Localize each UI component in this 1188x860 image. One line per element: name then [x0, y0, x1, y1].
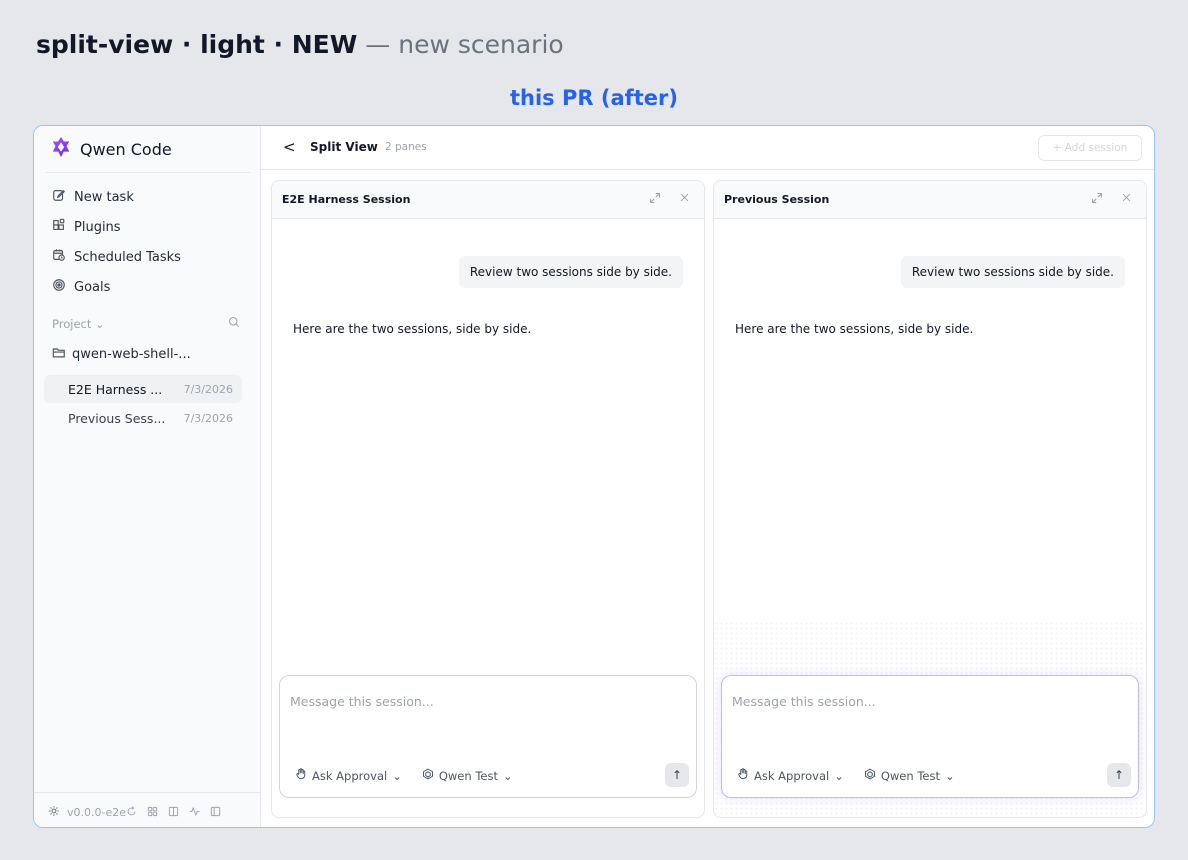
expand-icon[interactable] [1091, 192, 1103, 207]
session-name: Previous Sess... [68, 410, 166, 426]
chevron-down-icon: ⌄ [944, 768, 955, 783]
pane-count: 2 panes [385, 141, 427, 153]
arrow-up-icon: ↑ [1113, 768, 1125, 782]
nav-plugins[interactable]: Plugins [46, 212, 246, 242]
hand-icon [737, 768, 749, 783]
pane-actions [1091, 192, 1132, 207]
approval-dropdown[interactable]: Ask Approval ⌄ [737, 768, 844, 783]
nav-label: Scheduled Tasks [74, 249, 181, 265]
calendar-clock-icon [52, 248, 66, 266]
nav-label: Plugins [74, 219, 121, 235]
folder-name: qwen-web-shell-... [72, 347, 191, 362]
page-heading: split-view · light · NEW — new scenario [36, 30, 564, 59]
model-label: Qwen Test [438, 768, 498, 783]
message-composer: Ask Approval ⌄ Qwen Test ⌄ ↑ [721, 675, 1139, 798]
divider [46, 172, 250, 173]
qwen-logo-icon [50, 136, 72, 162]
chevron-down-icon: ⌄ [834, 768, 844, 783]
assistant-message: Here are the two sessions, side by side. [293, 322, 532, 336]
session-item[interactable]: Previous Sess... 7/3/2026 [44, 404, 242, 432]
message-input[interactable] [732, 690, 1112, 712]
main-area: < Split View 2 panes + Add session E2E H… [261, 126, 1154, 827]
version-label: v0.0.0-e2e [67, 806, 127, 819]
back-button[interactable]: < [283, 138, 296, 156]
sidebar-toggle-icon[interactable] [210, 806, 221, 820]
arrow-up-icon: ↑ [671, 768, 683, 782]
model-dropdown[interactable]: Qwen Test ⌄ [422, 768, 513, 783]
close-icon[interactable] [679, 192, 690, 207]
user-message: Review two sessions side by side. [458, 256, 683, 288]
nav-label: New task [74, 189, 134, 205]
session-date: 7/3/2026 [183, 382, 233, 396]
divider [34, 792, 260, 793]
project-folder[interactable]: qwen-web-shell-... [52, 346, 191, 363]
model-icon [422, 768, 434, 783]
add-session-button[interactable]: + Add session [1038, 135, 1142, 161]
search-icon[interactable] [228, 316, 240, 331]
sidebar: Qwen Code New task Plugins Scheduled Tas… [34, 126, 261, 827]
pane-title: Previous Session [724, 193, 830, 206]
approval-dropdown[interactable]: Ask Approval ⌄ [295, 768, 402, 783]
message-input[interactable] [290, 690, 670, 712]
nav-new-task[interactable]: New task [46, 182, 246, 212]
sidebar-footer: v0.0.0-e2e [48, 805, 221, 820]
folder-icon [52, 346, 66, 363]
project-label: Project [52, 316, 92, 331]
send-button[interactable]: ↑ [665, 763, 689, 787]
close-icon[interactable] [1121, 192, 1132, 207]
refresh-icon[interactable] [126, 805, 137, 820]
pane-header: E2E Harness Session [272, 181, 704, 219]
approval-label: Ask Approval [754, 768, 830, 783]
composer-controls: Ask Approval ⌄ Qwen Test ⌄ [737, 768, 955, 783]
heading-bold: split-view · light · NEW [36, 30, 358, 59]
approval-label: Ask Approval [312, 768, 388, 783]
hand-icon [295, 768, 307, 783]
page-title: Split View [310, 140, 378, 154]
model-icon [864, 768, 876, 783]
model-dropdown[interactable]: Qwen Test ⌄ [864, 768, 955, 783]
pane-actions [649, 192, 690, 207]
session-date: 7/3/2026 [183, 411, 233, 425]
pane-header: Previous Session [714, 181, 1146, 219]
app-window: Qwen Code New task Plugins Scheduled Tas… [33, 125, 1155, 828]
expand-icon[interactable] [649, 192, 661, 207]
user-message: Review two sessions side by side. [900, 256, 1125, 288]
edit-icon [52, 188, 66, 206]
model-label: Qwen Test [880, 768, 940, 783]
split-panel-icon[interactable] [168, 806, 179, 820]
nav-scheduled-tasks[interactable]: Scheduled Tasks [46, 242, 246, 272]
caption: this PR (after) [509, 86, 678, 110]
composer-controls: Ask Approval ⌄ Qwen Test ⌄ [295, 768, 513, 783]
pane-title: E2E Harness Session [282, 193, 411, 206]
session-pane: E2E Harness Session Review two sessions … [271, 180, 705, 818]
chevron-down-icon: ⌄ [392, 768, 402, 783]
grid-icon[interactable] [147, 806, 158, 820]
send-button[interactable]: ↑ [1107, 763, 1131, 787]
session-pane: Previous Session Review two sessions sid… [713, 180, 1147, 818]
plugins-icon [52, 218, 66, 236]
sidebar-nav: New task Plugins Scheduled Tasks Goals [46, 182, 246, 302]
brand[interactable]: Qwen Code [50, 136, 172, 162]
session-name: E2E Harness ... [68, 381, 163, 397]
message-composer: Ask Approval ⌄ Qwen Test ⌄ ↑ [279, 675, 697, 798]
app-name: Qwen Code [80, 139, 172, 159]
nav-label: Goals [74, 279, 111, 295]
top-bar: < Split View 2 panes + Add session [261, 126, 1154, 170]
project-dropdown[interactable]: Project ⌄ [52, 317, 105, 331]
chevron-down-icon: ⌄ [502, 768, 513, 783]
activity-icon[interactable] [189, 806, 200, 820]
chevron-down-icon: ⌄ [95, 316, 105, 331]
nav-goals[interactable]: Goals [46, 272, 246, 302]
assistant-message: Here are the two sessions, side by side. [735, 322, 974, 336]
settings-icon[interactable] [48, 805, 60, 820]
heading-sub: — new scenario [365, 30, 564, 59]
target-icon [52, 278, 66, 296]
project-header: Project ⌄ [52, 316, 240, 331]
session-item[interactable]: E2E Harness ... 7/3/2026 [44, 375, 242, 403]
